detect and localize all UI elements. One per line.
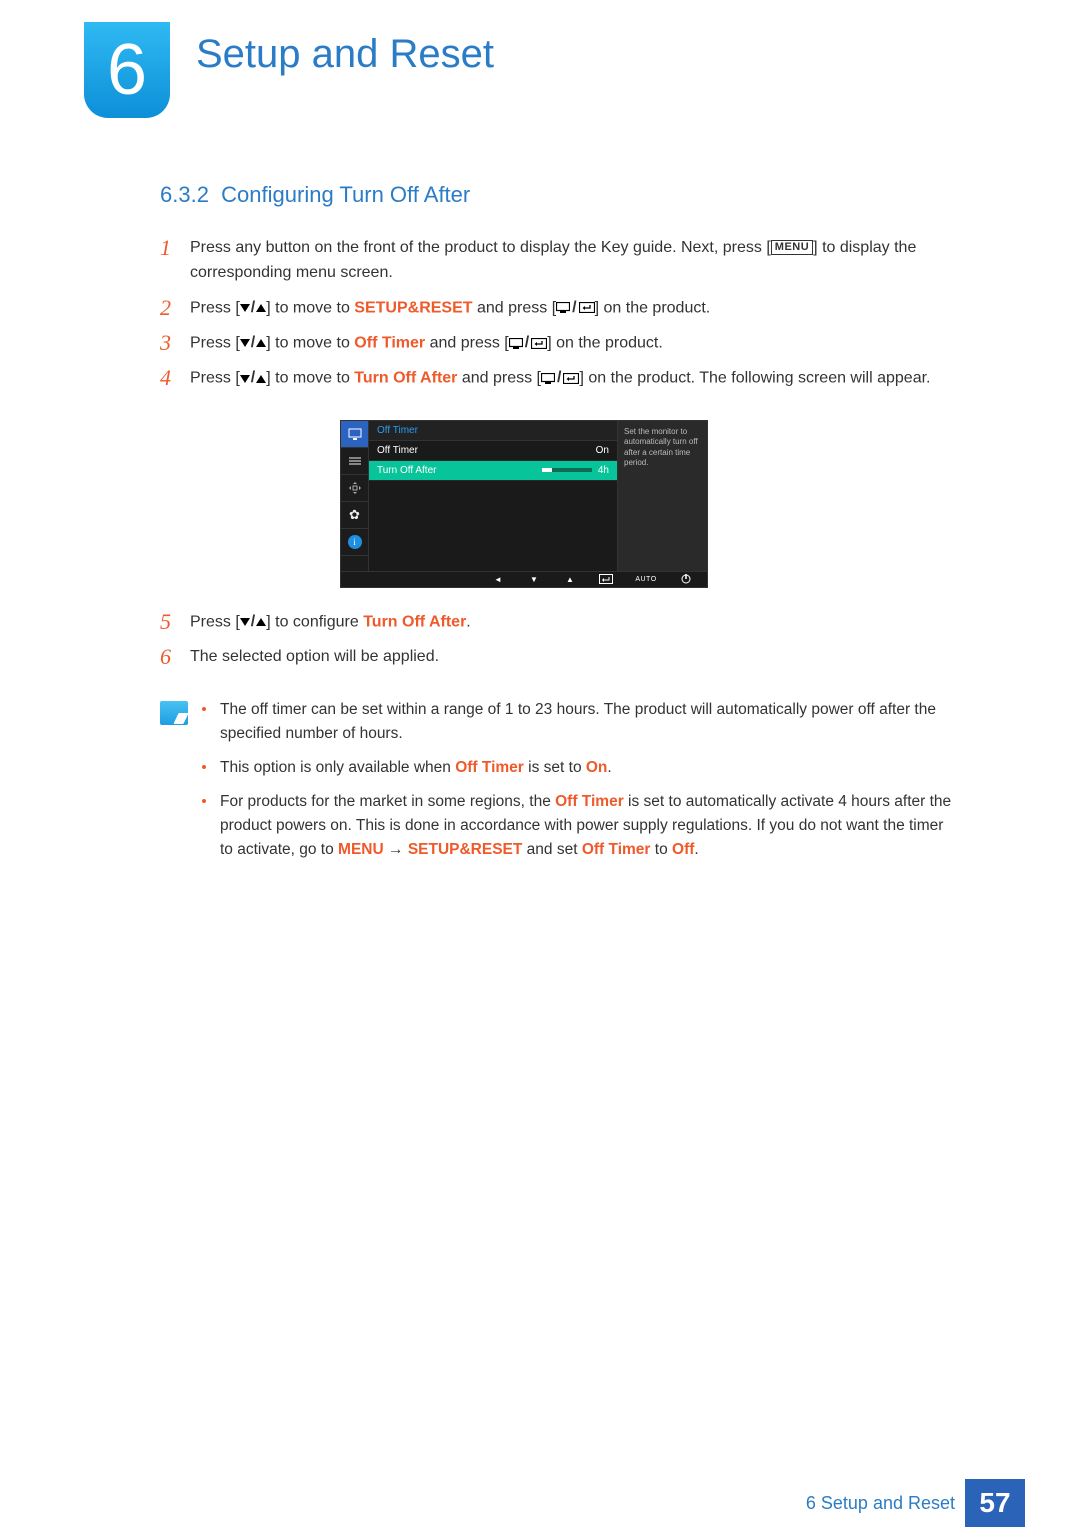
auto-label: AUTO [631,576,661,583]
note-block: The off timer can be set within a range … [160,698,960,872]
note-item: For products for the market in some regi… [202,790,960,862]
osd-row-label: Off Timer [377,445,418,456]
step-6: 6 The selected option will be applied. [160,645,960,670]
step-number: 6 [160,645,190,670]
step-list-cont: 5 Press [/] to configure Turn Off After.… [160,610,960,670]
step-4: 4 Press [/] to move to Turn Off After an… [160,366,960,391]
osd-menu-header: Off Timer [369,421,617,441]
step-text: Press [/] to move to Off Timer and press… [190,331,960,356]
down-up-arrow-icon: / [240,366,266,391]
page-content: 6.3.2 Configuring Turn Off After 1 Press… [160,182,960,872]
step-number: 5 [160,610,190,635]
chapter-title: Setup and Reset [196,32,494,77]
enter-icon [595,574,617,584]
gear-icon: ✿ [341,502,368,529]
step-number: 3 [160,331,190,356]
down-up-arrow-icon: / [240,331,266,356]
step-text: Press [/] to move to SETUP&RESET and pre… [190,296,960,321]
info-icon: i [341,529,368,556]
step-number: 1 [160,236,190,286]
osd-row-value: On [596,445,609,456]
step-number: 4 [160,366,190,391]
slider-icon [542,468,592,472]
step-text: Press [/] to configure Turn Off After. [190,610,960,635]
step-text: The selected option will be applied. [190,645,960,670]
power-icon [675,574,697,584]
step-list: 1 Press any button on the front of the p… [160,236,960,392]
source-enter-icon: / [509,331,547,356]
step-text: Press any button on the front of the pro… [190,236,960,286]
left-arrow-icon: ◄ [487,575,509,584]
source-enter-icon: / [556,296,594,321]
note-icon [160,701,188,725]
step-number: 2 [160,296,190,321]
section-title: Configuring Turn Off After [221,182,470,207]
osd-help-panel: Set the monitor to automatically turn of… [617,421,707,571]
down-arrow-icon: ▼ [523,575,545,584]
osd-row-value: 4h [542,465,609,476]
down-up-arrow-icon: / [240,610,266,635]
step-text: Press [/] to move to Turn Off After and … [190,366,960,391]
source-enter-icon: / [541,366,579,391]
highlight-setupreset: SETUP&RESET [354,299,472,316]
note-list: The off timer can be set within a range … [202,698,960,872]
step-5: 5 Press [/] to configure Turn Off After. [160,610,960,635]
note-item: This option is only available when Off T… [202,756,960,780]
osd-row-label: Turn Off After [377,465,436,476]
osd-row-turnoffafter: Turn Off After 4h [369,461,617,481]
up-arrow-icon: ▲ [559,575,581,584]
section-number: 6.3.2 [160,182,209,207]
down-up-arrow-icon: / [240,296,266,321]
highlight-turnoffafter: Turn Off After [354,370,457,387]
highlight-turnoffafter: Turn Off After [363,614,466,631]
page-footer: 6 Setup and Reset 57 [0,1479,1080,1527]
step-1: 1 Press any button on the front of the p… [160,236,960,286]
monitor-icon [341,421,368,448]
section-heading: 6.3.2 Configuring Turn Off After [160,182,960,208]
osd-footer-bar: ◄ ▼ ▲ AUTO [340,572,708,588]
osd-row-offtimer: Off Timer On [369,441,617,461]
highlight-offtimer: Off Timer [354,335,425,352]
chapter-number-badge: 6 [84,22,170,118]
move-icon [341,475,368,502]
page-number: 57 [965,1479,1025,1527]
list-icon [341,448,368,475]
osd-menu-panel: Off Timer Off Timer On Turn Off After 4h [369,421,617,571]
note-item: The off timer can be set within a range … [202,698,960,746]
footer-chapter-label: 6 Setup and Reset [806,1493,955,1514]
step-3: 3 Press [/] to move to Off Timer and pre… [160,331,960,356]
menu-button-icon: MENU [771,240,813,255]
step-2: 2 Press [/] to move to SETUP&RESET and p… [160,296,960,321]
osd-sidebar: ✿ i [341,421,369,571]
osd-screenshot: ✿ i Off Timer Off Timer On Turn Off Afte… [340,420,708,588]
